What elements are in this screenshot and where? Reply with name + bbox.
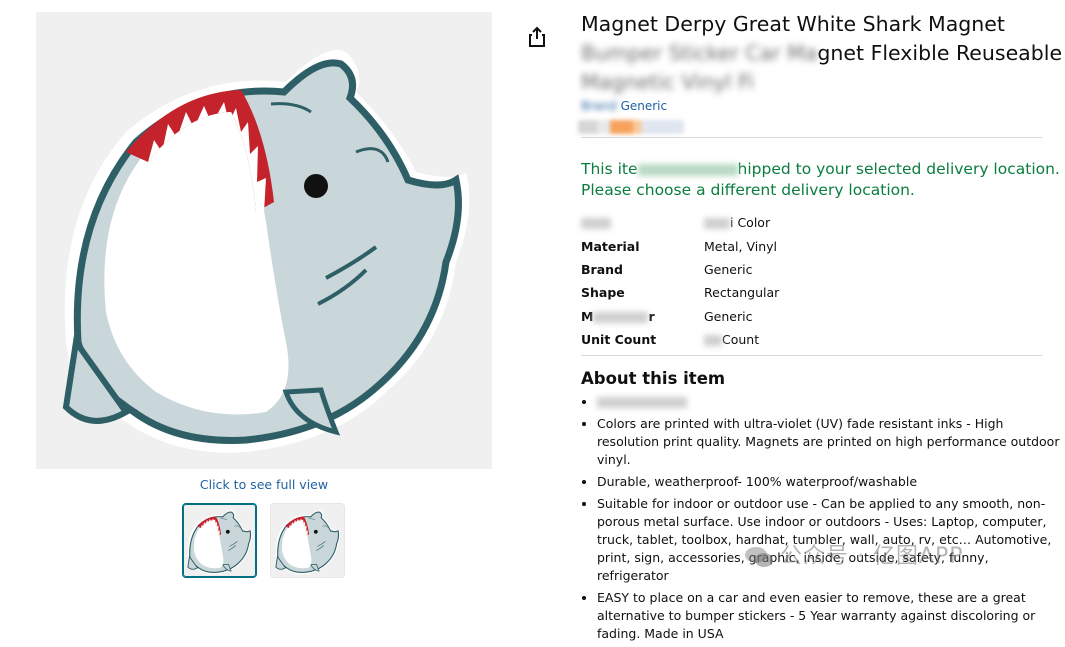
spec-value: i Color [704, 211, 779, 234]
delivery-message: This ite hipped to your selected delivery… [581, 159, 1060, 201]
watermark: 公众号 · 亿图APP [744, 538, 964, 570]
title-line-2: Bumper Sticker Car Magnet Flexible Reuse… [581, 39, 1062, 68]
spec-row: Mr Generic [581, 305, 779, 328]
spec-value-text: i Color [730, 215, 771, 231]
spec-key-text: M [581, 308, 594, 324]
divider [581, 355, 1042, 356]
spec-row: i Color [581, 211, 779, 234]
full-view-link[interactable]: Click to see full view [36, 477, 492, 492]
spec-key [581, 211, 704, 234]
spec-key: Unit Count [581, 332, 657, 348]
spec-value: Generic [704, 261, 753, 277]
shark-thumbnail-image [187, 509, 253, 575]
spec-row: Unit Count Count [581, 328, 779, 351]
product-title: Magnet Derpy Great White Shark Magnet Bu… [581, 10, 1062, 97]
wechat-icon [744, 546, 774, 568]
redacted-text [704, 218, 730, 230]
spec-key: Shape [581, 285, 625, 301]
divider [581, 137, 1042, 138]
spec-row: Brand Generic [581, 258, 779, 281]
share-icon[interactable] [527, 26, 547, 48]
spec-value: Metal, Vinyl [704, 238, 777, 254]
product-specs-table: i Color Material Metal, Vinyl Brand Gene… [581, 211, 779, 351]
about-heading: About this item [581, 369, 726, 388]
delivery-text-end: hipped to your selected delivery locatio… [737, 160, 1060, 178]
spec-key: Brand [581, 261, 623, 277]
redacted-text [637, 163, 738, 176]
spec-value: Generic [704, 308, 753, 324]
delivery-line-1: This ite hipped to your selected delivery… [581, 159, 1060, 180]
redacted-text [593, 311, 649, 323]
brand-prefix: Brand [581, 99, 617, 113]
shark-illustration [36, 12, 492, 469]
rating-redacted [578, 120, 684, 134]
list-item: EASY to place on a car and even easier t… [597, 589, 1062, 643]
list-item: Durable, weatherproof- 100% waterproof/w… [597, 473, 1062, 491]
about-bullets: Colors are printed with ultra-violet (UV… [581, 393, 1062, 647]
thumbnail-1[interactable] [182, 503, 257, 578]
spec-key-text: r [648, 308, 655, 324]
thumbnail-2[interactable] [270, 503, 345, 578]
spec-value: Count [704, 328, 779, 351]
list-item: Colors are printed with ultra-violet (UV… [597, 415, 1062, 469]
spec-key: Mr [581, 305, 704, 328]
spec-value-text: Count [722, 332, 760, 348]
title-line-3: Magnetic Vinyl Fi [581, 70, 754, 94]
spec-row: Shape Rectangular [581, 281, 779, 304]
redacted-text [581, 218, 611, 230]
main-product-image[interactable] [36, 12, 492, 469]
spec-key: Material [581, 238, 640, 254]
spec-value: Rectangular [704, 285, 780, 301]
brand-name: Generic [620, 99, 668, 113]
title-visible-segment: gnet Flexible Reuseable [817, 41, 1063, 65]
spec-row: Material Metal, Vinyl [581, 234, 779, 257]
watermark-text: 公众号 · 亿图APP [780, 544, 964, 569]
shark-thumbnail-image [275, 509, 341, 575]
title-redacted-segment: Bumper Sticker Car Ma [581, 41, 818, 65]
brand-link[interactable]: Brand Generic [581, 99, 667, 113]
redacted-text [597, 397, 687, 408]
redacted-text [704, 335, 722, 347]
list-item [597, 393, 1062, 411]
delivery-text-start: This ite [581, 160, 638, 178]
delivery-line-2: Please choose a different delivery locat… [581, 181, 915, 199]
title-line-1: Magnet Derpy Great White Shark Magnet [581, 12, 1005, 36]
